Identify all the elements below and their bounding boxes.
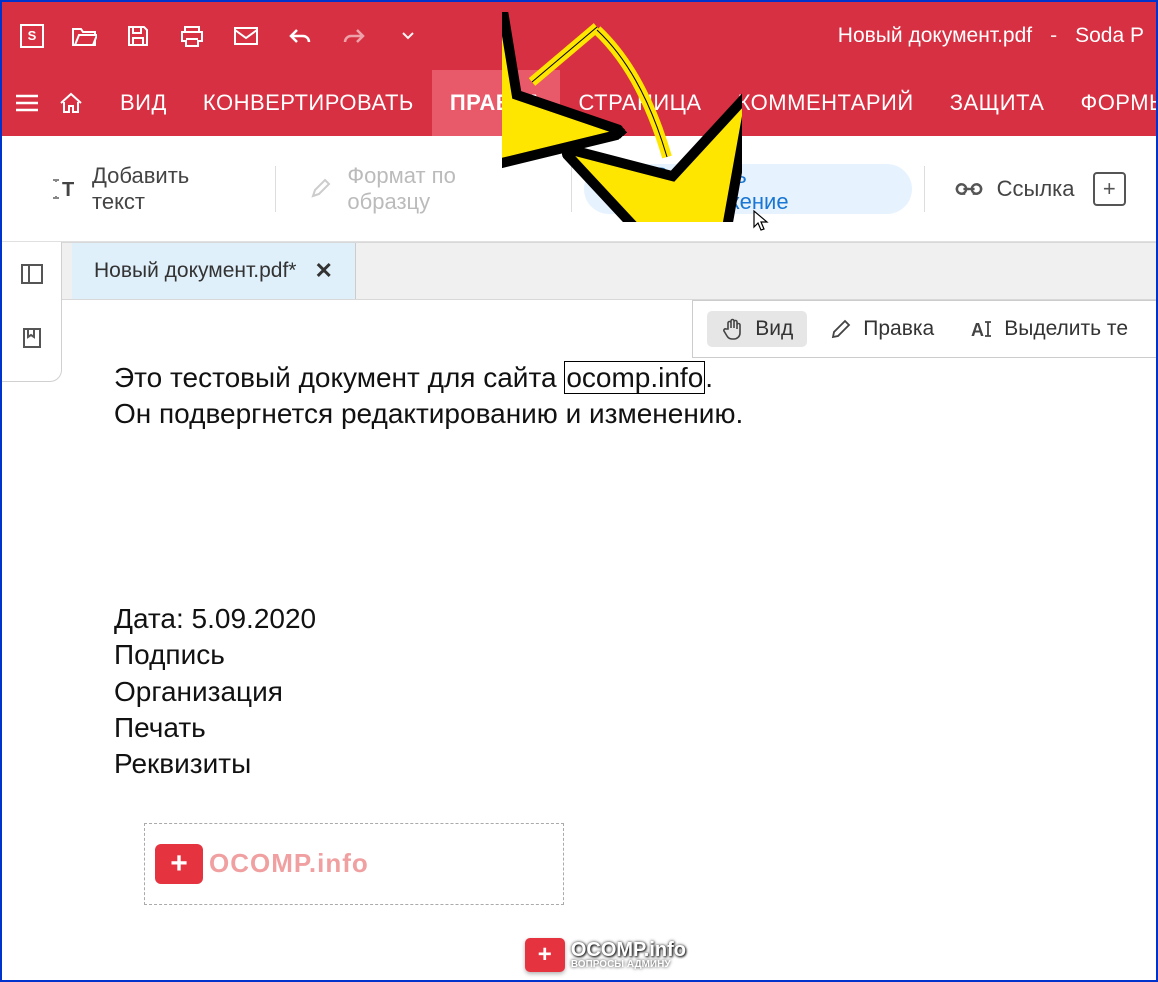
panels-icon[interactable] xyxy=(18,260,46,288)
tab-label: Новый документ.pdf* xyxy=(94,259,296,283)
doc-line-1: Это тестовый документ для сайта ocomp.in… xyxy=(114,360,1104,396)
menu-protect[interactable]: ЗАЩИТА xyxy=(932,70,1063,136)
redo-icon[interactable] xyxy=(340,22,368,50)
doc-organization: Организация xyxy=(114,674,1104,710)
watermark: + OCOMP.info ВОПРОСЫ АДМИНУ xyxy=(525,938,686,972)
bookmark-icon[interactable] xyxy=(18,324,46,352)
svg-text:T: T xyxy=(62,179,74,201)
mode-select-text-button[interactable]: A Выделить те xyxy=(956,311,1142,347)
chevron-down-icon[interactable] xyxy=(394,22,422,50)
mode-edit-label: Правка xyxy=(863,317,934,341)
watermark-sub: ВОПРОСЫ АДМИНУ xyxy=(571,960,686,970)
app-name: Soda P xyxy=(1075,24,1144,48)
menu-page[interactable]: СТРАНИЦА xyxy=(560,70,719,136)
menubar: ВИД КОНВЕРТИРОВАТЬ ПРАВКА СТРАНИЦА КОММЕ… xyxy=(2,70,1156,136)
separator xyxy=(924,166,925,212)
menu-edit[interactable]: ПРАВКА xyxy=(432,70,561,136)
home-icon[interactable] xyxy=(58,81,84,125)
link-button[interactable]: Ссылка xyxy=(937,164,1093,214)
menu-view[interactable]: ВИД xyxy=(102,70,185,136)
insert-image-button[interactable]: Вставить изображение xyxy=(584,164,912,214)
hand-icon xyxy=(721,317,745,341)
menu-forms[interactable]: ФОРМЫ xyxy=(1062,70,1158,136)
image-icon xyxy=(612,175,639,203)
titlebar: S Новый документ.pdf xyxy=(2,2,1156,70)
add-text-label: Добавить текст xyxy=(92,163,245,215)
doc-boxed-text: ocomp.info xyxy=(564,361,705,394)
format-painter-label: Формат по образцу xyxy=(347,163,541,215)
format-painter-button[interactable]: Формат по образцу xyxy=(288,164,559,214)
undo-icon[interactable] xyxy=(286,22,314,50)
add-text-button[interactable]: T Добавить текст xyxy=(32,164,263,214)
mode-bar: Вид Правка A Выделить те xyxy=(692,300,1156,358)
brush-icon xyxy=(306,175,333,203)
mode-edit-button[interactable]: Правка xyxy=(815,311,948,347)
mode-view-label: Вид xyxy=(755,317,793,341)
document-title: Новый документ.pdf xyxy=(838,24,1032,48)
document-page: Это тестовый документ для сайта ocomp.in… xyxy=(62,300,1156,980)
tab-strip: Новый документ.pdf* ✕ xyxy=(2,242,1156,300)
watermark-main: OCOMP.info xyxy=(571,940,686,960)
plus-icon: + xyxy=(525,938,565,972)
open-icon[interactable] xyxy=(70,22,98,50)
inserted-image-placeholder[interactable]: + OCOMP.info xyxy=(144,823,564,905)
save-icon[interactable] xyxy=(124,22,152,50)
menu-convert[interactable]: КОНВЕРТИРОВАТЬ xyxy=(185,70,432,136)
title-separator: - xyxy=(1050,24,1057,48)
doc-date: Дата: 5.09.2020 xyxy=(114,601,1104,637)
document-tab[interactable]: Новый документ.pdf* ✕ xyxy=(72,243,356,299)
doc-requisites: Реквизиты xyxy=(114,746,1104,782)
add-panel-icon[interactable]: + xyxy=(1093,172,1126,206)
svg-text:A: A xyxy=(971,320,984,340)
separator xyxy=(275,166,276,212)
plus-icon: + xyxy=(155,844,203,884)
insert-image-label: Вставить изображение xyxy=(654,163,884,215)
doc-stamp: Печать xyxy=(114,710,1104,746)
placeholder-logo-text: OCOMP.info xyxy=(209,848,369,879)
text-cursor-icon: T xyxy=(50,175,78,203)
text-select-icon: A xyxy=(970,317,994,341)
app-logo-icon[interactable]: S xyxy=(20,24,44,48)
mail-icon[interactable] xyxy=(232,22,260,50)
menu-comment[interactable]: КОММЕНТАРИЙ xyxy=(720,70,932,136)
separator xyxy=(571,166,572,212)
print-icon[interactable] xyxy=(178,22,206,50)
doc-line-2: Он подвергнется редактированию и изменен… xyxy=(114,396,1104,432)
mode-select-text-label: Выделить те xyxy=(1004,317,1128,341)
pencil-icon xyxy=(829,317,853,341)
mode-view-button[interactable]: Вид xyxy=(707,311,807,347)
side-panel-strip xyxy=(2,242,62,382)
link-icon xyxy=(955,175,983,203)
hamburger-icon[interactable] xyxy=(14,81,40,125)
close-icon[interactable]: ✕ xyxy=(314,258,332,284)
doc-signature: Подпись xyxy=(114,637,1104,673)
link-label: Ссылка xyxy=(997,176,1075,202)
ribbon: T Добавить текст Формат по образцу Встав… xyxy=(2,136,1156,242)
